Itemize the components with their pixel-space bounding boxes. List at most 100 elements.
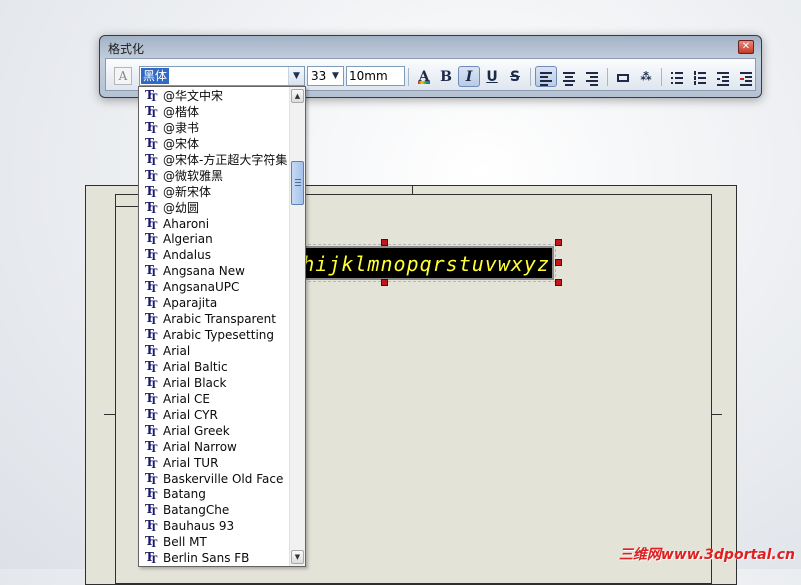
- font-list-item[interactable]: T T Aharoni: [139, 216, 290, 232]
- font-list-item[interactable]: T T @微软雅黑: [139, 168, 290, 184]
- truetype-icon: TT: [145, 311, 158, 328]
- font-list-scrollbar[interactable]: ▲ ▼: [289, 87, 305, 566]
- font-list-item[interactable]: T T Batang: [139, 486, 290, 502]
- underline-button[interactable]: U: [481, 66, 503, 87]
- font-list-item[interactable]: T T BatangChe: [139, 502, 290, 518]
- font-list-item[interactable]: T T @楷体: [139, 104, 290, 120]
- font-list-item[interactable]: T T Bauhaus 93: [139, 518, 290, 534]
- font-list-item[interactable]: T T Algerian: [139, 231, 290, 247]
- truetype-icon: TT: [145, 518, 158, 535]
- text-height-field[interactable]: 10mm: [346, 66, 405, 86]
- fit-text-button[interactable]: [612, 66, 634, 87]
- align-center-icon: [563, 71, 575, 86]
- font-list-item[interactable]: T T Baskerville Old Face: [139, 471, 290, 487]
- font-list-item-label: Arial: [163, 344, 191, 358]
- scroll-up-button[interactable]: ▲: [291, 89, 304, 103]
- toolbar-separator: [607, 68, 608, 86]
- font-list-item[interactable]: T T @宋体: [139, 136, 290, 152]
- bold-button[interactable]: B: [435, 66, 457, 87]
- truetype-icon: TT: [145, 247, 158, 264]
- font-list-item[interactable]: T T @新宋体: [139, 184, 290, 200]
- scroll-down-button[interactable]: ▼: [291, 550, 304, 564]
- font-list-item[interactable]: T T Arial Narrow: [139, 439, 290, 455]
- font-list-item-label: @楷体: [163, 104, 200, 119]
- font-list-item[interactable]: T T @华文中宋: [139, 88, 290, 104]
- scroll-thumb[interactable]: [291, 161, 304, 205]
- decrease-indent-button[interactable]: [712, 66, 734, 87]
- font-list-item-label: Angsana New: [163, 264, 245, 279]
- size-dropdown-button[interactable]: ▼: [328, 67, 343, 85]
- stack-button[interactable]: ⁂: [635, 66, 657, 87]
- font-list-item-label: Berlin Sans FB: [163, 551, 250, 566]
- font-list-item-label: Arial CE: [163, 391, 210, 406]
- chevron-down-icon: ▼: [294, 553, 301, 561]
- font-name-value[interactable]: 黑体: [141, 68, 170, 84]
- italic-button[interactable]: I: [458, 66, 480, 87]
- font-list-item[interactable]: T T Aparajita: [139, 295, 290, 311]
- font-list-item-label: Algerian: [163, 232, 213, 247]
- truetype-icon: TT: [145, 231, 158, 248]
- resize-handle-bottom-right[interactable]: [555, 279, 562, 286]
- font-list-item[interactable]: T T Andalus: [139, 247, 290, 263]
- sheet-zone-tick: [104, 414, 115, 415]
- font-list-item[interactable]: T T Angsana New: [139, 263, 290, 279]
- truetype-icon: TT: [145, 343, 158, 359]
- resize-handle-top-right[interactable]: [555, 239, 562, 246]
- truetype-icon: TT: [145, 358, 158, 375]
- numbering-button[interactable]: [689, 66, 711, 87]
- font-list-item[interactable]: T T Arial CE: [139, 391, 290, 407]
- font-size-combo[interactable]: 33 ▼: [307, 66, 344, 86]
- font-list-item-label: Bauhaus 93: [163, 519, 235, 534]
- font-list-item[interactable]: T T Arial Black: [139, 375, 290, 391]
- resize-handle-top[interactable]: [381, 239, 388, 246]
- sheet-zone-tick: [412, 185, 413, 194]
- font-list-item[interactable]: T T Bell MT: [139, 534, 290, 550]
- align-right-button[interactable]: [581, 66, 603, 87]
- font-list-item-label: Andalus: [163, 248, 211, 263]
- truetype-icon: TT: [145, 295, 158, 312]
- font-size-value[interactable]: 33: [311, 69, 326, 83]
- note-text[interactable]: hijklmnopqrstuvwxyz: [302, 252, 550, 276]
- font-list-item-label: Arial Black: [163, 375, 227, 390]
- font-list-item[interactable]: T T Arial Baltic: [139, 359, 290, 375]
- resize-handle-bottom[interactable]: [381, 279, 388, 286]
- font-list-item[interactable]: T T @幼圆: [139, 200, 290, 216]
- font-list-item[interactable]: T T Arial CYR: [139, 407, 290, 423]
- align-center-button[interactable]: [558, 66, 580, 87]
- font-dropdown-list[interactable]: T T @华文中宋 T T @楷体 T T @隶书 T T @宋体 T T @宋体-方正超大字符集 T T @微软…: [138, 86, 306, 567]
- font-list-item-label: Arial Baltic: [163, 359, 228, 374]
- font-list-item[interactable]: T T Arial: [139, 343, 290, 359]
- note-text-box[interactable]: hijklmnopqrstuvwxyz: [298, 244, 556, 282]
- bullets-button[interactable]: [666, 66, 688, 87]
- font-color-button[interactable]: A: [413, 66, 435, 87]
- font-list-item[interactable]: T T Berlin Sans FB: [139, 550, 290, 566]
- font-dropdown-button[interactable]: ▼: [288, 67, 304, 85]
- truetype-icon: TT: [145, 151, 158, 168]
- font-list-item[interactable]: T T Arabic Typesetting: [139, 327, 290, 343]
- truetype-icon: TT: [145, 374, 158, 391]
- close-button[interactable]: ✕: [738, 40, 754, 54]
- font-list-item-label: Arial Greek: [163, 423, 230, 438]
- resize-handle-right[interactable]: [555, 259, 562, 266]
- decrease-indent-icon: [717, 71, 729, 86]
- sheet-zone-tick: [712, 414, 722, 415]
- increase-indent-button[interactable]: [735, 66, 757, 87]
- truetype-icon: TT: [145, 550, 158, 567]
- font-list-item[interactable]: T T Arial TUR: [139, 455, 290, 471]
- text-style-icon[interactable]: A: [114, 67, 132, 85]
- font-list-item[interactable]: T T AngsanaUPC: [139, 279, 290, 295]
- font-name-combo[interactable]: 黑体 ▼: [139, 66, 305, 86]
- numbered-list-icon: [694, 71, 706, 85]
- font-list-item[interactable]: T T @宋体-方正超大字符集: [139, 152, 290, 168]
- text-height-value[interactable]: 10mm: [349, 69, 388, 83]
- font-list-item[interactable]: T T Arial Greek: [139, 423, 290, 439]
- font-list-item-label: Arial CYR: [163, 407, 218, 422]
- font-list-item-label: Aparajita: [163, 296, 218, 311]
- font-list-item-label: @宋体: [163, 136, 200, 151]
- font-list-item-label: BatangChe: [163, 503, 230, 518]
- font-list-item[interactable]: T T Arabic Transparent: [139, 311, 290, 327]
- watermark: 三维网www.3dportal.cn: [618, 547, 795, 563]
- font-list-item[interactable]: T T @隶书: [139, 120, 290, 136]
- align-left-button[interactable]: [535, 66, 557, 87]
- strikethrough-button[interactable]: S: [504, 66, 526, 87]
